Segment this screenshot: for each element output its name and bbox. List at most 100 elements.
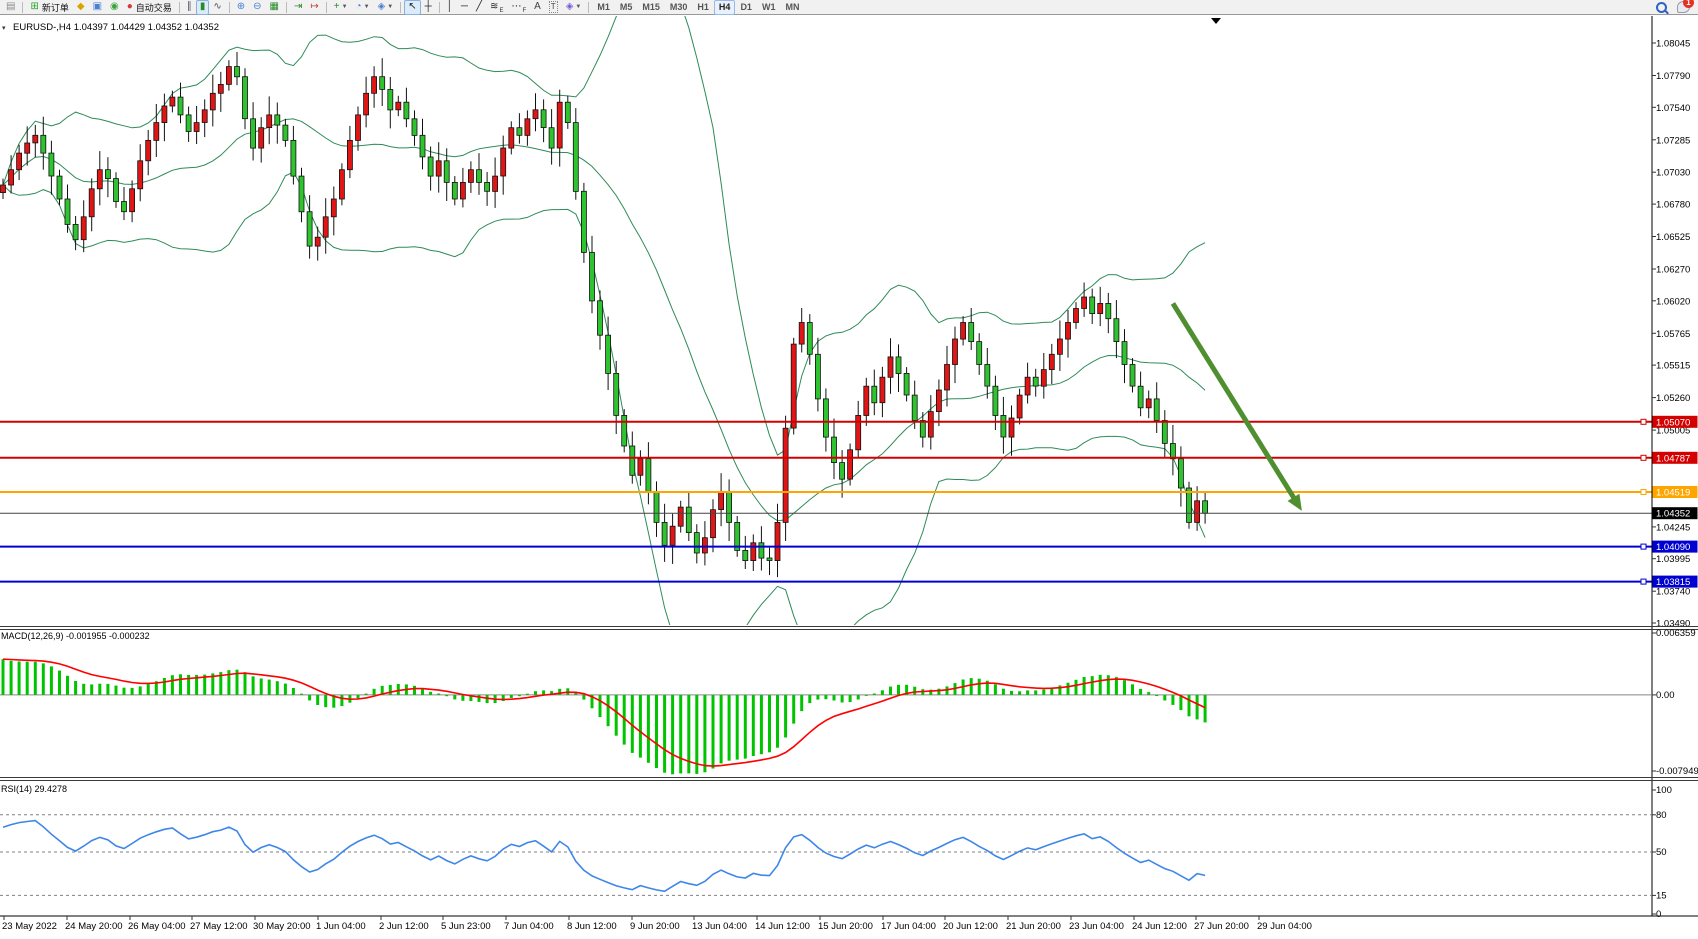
new-chart-button[interactable]: ▤ <box>2 0 19 15</box>
bar-chart-button[interactable]: ∥ <box>183 0 196 15</box>
chart-shift-marker-icon[interactable] <box>1211 18 1221 24</box>
notifications-icon[interactable]: 1 <box>1677 1 1690 13</box>
candle-body <box>662 522 667 545</box>
macd-histogram-bar <box>655 695 658 768</box>
signals-button[interactable]: ◉ <box>106 0 123 15</box>
time-tick-label: 24 Jun 12:00 <box>1132 921 1187 932</box>
timeframe-m1-button[interactable]: M1 <box>592 0 615 15</box>
pane-separator[interactable] <box>0 780 1698 781</box>
candle-body <box>17 153 22 170</box>
templates-button[interactable]: ◈▼ <box>374 0 398 15</box>
pane-separator[interactable] <box>0 626 1698 627</box>
hline-handle[interactable] <box>1641 579 1646 584</box>
time-tick-label: 7 Jun 04:00 <box>504 921 554 932</box>
timeframe-mn-button[interactable]: MN <box>780 0 804 15</box>
macd-histogram-bar <box>42 663 45 695</box>
candle-body <box>509 128 514 148</box>
arrows-button[interactable]: ◈▼ <box>562 0 586 15</box>
periods-button[interactable]: ◔▼ <box>352 0 374 15</box>
macd-histogram-bar <box>90 684 93 695</box>
candle-body <box>1187 488 1192 522</box>
line-chart-button[interactable]: ∿ <box>209 0 225 15</box>
text-button[interactable]: A <box>530 0 545 15</box>
price-tick-label: 1.05260 <box>1656 393 1690 404</box>
tile-windows-button[interactable]: ▦ <box>266 0 283 15</box>
auto-scroll-button[interactable]: ⇥ <box>290 0 306 15</box>
vertical-line-button[interactable]: │ <box>443 0 457 15</box>
macd-histogram-bar <box>365 694 368 695</box>
hline-handle[interactable] <box>1641 419 1646 424</box>
crosshair-button[interactable]: ┼ <box>421 0 436 15</box>
candle-body <box>1049 354 1054 369</box>
timeframe-m30-button[interactable]: M30 <box>665 0 693 15</box>
candle-body <box>186 115 191 132</box>
timeframe-w1-button[interactable]: W1 <box>757 0 781 15</box>
macd-histogram-bar <box>453 695 456 700</box>
main-price-pane[interactable] <box>0 15 1652 693</box>
new-order-label: 新订单 <box>42 1 69 14</box>
macd-histogram-bar <box>752 695 755 756</box>
toolbar-right-icons: 1 <box>1656 1 1698 13</box>
autotrading-icon: ● <box>127 1 133 13</box>
macd-histogram-bar <box>647 695 650 763</box>
fibonacci-expansion-button[interactable]: ⋯F <box>507 0 530 15</box>
candle-body <box>953 339 958 365</box>
candle-body <box>331 199 336 217</box>
rsi-line <box>3 821 1205 892</box>
hline-handle[interactable] <box>1641 490 1646 495</box>
metaeditor-button[interactable]: ◆ <box>73 0 89 15</box>
fibonacci-retracement-button[interactable]: ≋E <box>486 0 507 15</box>
cursor-button[interactable]: ↖ <box>404 0 420 15</box>
pane-separator[interactable] <box>0 629 1698 630</box>
zoom-in-button[interactable]: ⊕ <box>233 0 249 15</box>
timeframe-m15-button[interactable]: M15 <box>637 0 665 15</box>
timeframe-m5-button[interactable]: M5 <box>615 0 638 15</box>
candle-body <box>1090 297 1095 314</box>
price-tick-label: 1.07540 <box>1656 103 1690 114</box>
chart-area[interactable]: 1.080451.077901.075401.072851.070301.067… <box>0 15 1698 939</box>
macd-histogram-bar <box>703 695 706 772</box>
search-icon[interactable] <box>1656 2 1667 13</box>
zoom-out-button[interactable]: ⊖ <box>249 0 265 15</box>
text-label-icon: T <box>549 1 558 13</box>
timeframe-h1-button[interactable]: H1 <box>692 0 714 15</box>
hline-handle[interactable] <box>1641 455 1646 460</box>
timeframe-d1-button[interactable]: D1 <box>735 0 757 15</box>
bar-chart-icon: ∥ <box>187 1 192 13</box>
autotrading-button[interactable]: ●自动交易 <box>123 0 176 15</box>
macd-histogram-bar <box>1091 676 1094 695</box>
trend-arrow-line[interactable] <box>1173 303 1297 502</box>
macd-histogram-bar <box>397 684 400 695</box>
candle-body <box>372 77 377 94</box>
time-tick-label: 2 Jun 12:00 <box>379 921 429 932</box>
timeframe-h4-button[interactable]: H4 <box>714 0 736 15</box>
macd-histogram-bar <box>357 695 360 699</box>
toolbar-separator <box>326 2 327 13</box>
pane-separator[interactable] <box>0 777 1698 778</box>
market-watch-button[interactable]: ▣ <box>89 0 106 15</box>
macd-pane[interactable] <box>0 659 1652 774</box>
time-tick-label: 8 Jun 12:00 <box>567 921 617 932</box>
symbol-dropdown-icon[interactable]: ▾ <box>2 24 6 32</box>
symbol-ohlc-label: EURUSD-,H4 1.04397 1.04429 1.04352 1.043… <box>13 22 219 33</box>
horizontal-line-button[interactable]: ─ <box>457 0 472 15</box>
candlestick-chart-button[interactable]: ▮ <box>196 0 210 15</box>
hline-handle[interactable] <box>1641 544 1646 549</box>
candle-body <box>719 492 724 510</box>
trendline-button[interactable]: ╱ <box>472 0 486 15</box>
macd-histogram-bar <box>131 688 134 695</box>
candle-body <box>291 140 296 176</box>
macd-axis-label: 0.006359 <box>1656 628 1696 639</box>
templates-icon: ◈ <box>378 1 386 13</box>
candle-body <box>630 446 635 475</box>
macd-histogram-bar <box>1083 677 1086 695</box>
new-order-button[interactable]: ⊞新订单 <box>26 0 72 15</box>
chart-shift-button[interactable]: ↦ <box>306 0 322 15</box>
candle-body <box>501 148 506 176</box>
indicators-button[interactable]: +▼ <box>330 0 352 15</box>
chart-svg[interactable]: 1.080451.077901.075401.072851.070301.067… <box>0 15 1698 939</box>
rsi-pane[interactable] <box>0 815 1652 896</box>
text-label-button[interactable]: T <box>545 0 562 15</box>
macd-histogram-bar <box>445 695 448 696</box>
candle-body <box>307 212 312 246</box>
